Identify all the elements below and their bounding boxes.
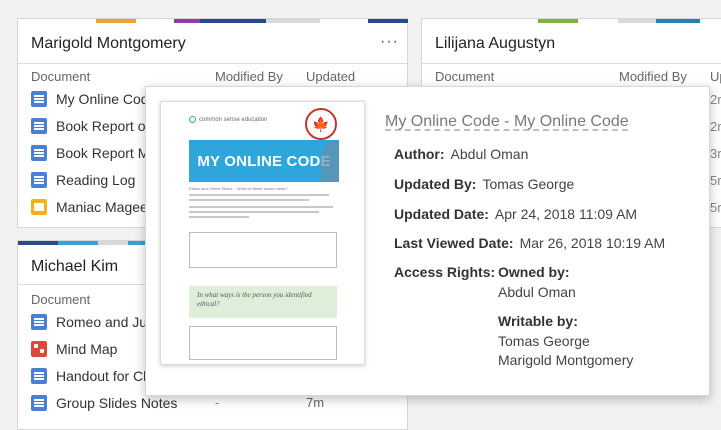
card-title: Lilijana Augustyn [435,35,556,52]
author-value: Abdul Oman [450,146,529,162]
text-line [189,211,319,213]
column-header-modified-by[interactable]: Modified By [215,69,283,84]
updated-cell: 7m [306,395,325,410]
list-item[interactable]: Reading Log [31,169,135,191]
mind-map-icon [31,341,47,357]
updated-cell: 2r [710,119,721,134]
thumbnail-intro: Ethics and Online Ethics... What do thes… [189,186,288,191]
google-docs-icon [31,118,47,134]
logo-text: common sense education [199,116,268,123]
column-header-document[interactable]: Document [31,292,90,307]
list-item[interactable]: Book Report Mini [31,142,163,164]
google-docs-icon [31,395,47,411]
updated-date-label: Updated Date: [394,206,489,222]
divider [422,63,721,64]
answer-box [189,232,337,268]
author-label: Author: [394,146,445,162]
access-rights-label-text: Access Rights: [394,264,496,280]
list-item[interactable]: Mind Map [31,338,117,360]
updated-cell: 5r [710,200,721,215]
google-docs-icon [31,314,47,330]
writable-by-value: Marigold Montgomery [498,352,634,368]
text-line [189,206,333,208]
column-header-modified-by[interactable]: Modified By [619,69,687,84]
document-details-popover: common sense education 🍁 MY ONLINE CODE … [145,86,710,396]
google-docs-icon [31,172,47,188]
card-title: Marigold Montgomery [31,35,186,52]
document-name: Group Slides Notes [56,395,178,411]
text-line [189,216,249,218]
document-name: My Online Code [56,91,157,107]
column-header-document[interactable]: Document [31,69,90,84]
document-title-link[interactable]: My Online Code - My Online Code [385,113,629,131]
modified-by-cell: - [215,395,220,410]
thumbnail-banner: MY ONLINE CODE [189,140,339,182]
card-color-strip [96,19,136,23]
updated-date-row: Updated Date: Apr 24, 2018 11:09 AM [394,206,637,222]
list-item[interactable]: Maniac Magee [31,196,148,218]
card-color-strip [58,241,98,245]
access-rights-label: Access Rights: [394,264,501,280]
text-line [189,194,329,196]
author-row: Author: Abdul Oman [394,146,528,162]
maple-leaf-icon: 🍁 [305,108,337,140]
updated-by-row: Updated By: Tomas George [394,176,574,192]
document-name: Mind Map [56,341,118,357]
question-prompt: In what ways is the person you identifie… [189,286,337,318]
card-color-strip [656,19,700,23]
document-thumbnail[interactable]: common sense education 🍁 MY ONLINE CODE … [160,101,365,365]
last-viewed-label: Last Viewed Date: [394,235,514,251]
updated-by-label: Updated By: [394,176,477,192]
list-item[interactable]: My Online Code [31,88,156,110]
column-header-document[interactable]: Document [435,69,494,84]
card-color-strip [174,19,200,23]
card-color-strip [98,241,128,245]
google-docs-icon [31,145,47,161]
last-viewed-row: Last Viewed Date: Mar 26, 2018 10:19 AM [394,235,665,251]
writable-by-label: Writable by: [498,313,578,329]
google-docs-icon [31,368,47,384]
check-circle-icon [189,116,196,123]
card-color-strip [18,241,58,245]
updated-cell: 2r [710,92,721,107]
document-name: Maniac Magee [56,199,148,215]
updated-by-value: Tomas George [482,176,575,192]
card-color-strip [538,19,578,23]
updated-cell: 3r [710,146,721,161]
updated-date-value: Apr 24, 2018 11:09 AM [494,206,638,222]
text-line [189,199,309,201]
google-docs-icon [31,91,47,107]
owned-by-value: Abdul Oman [498,284,576,300]
google-slides-icon [31,199,47,215]
card-menu-button[interactable]: ··· [380,33,399,51]
updated-cell: 5r [710,173,721,188]
card-title: Michael Kim [31,258,119,275]
owned-by-label: Owned by: [498,264,570,280]
divider [18,63,407,64]
document-name: Reading Log [56,172,136,188]
card-color-strip [368,19,408,23]
column-header-updated[interactable]: Up [710,69,721,84]
answer-box [189,326,337,360]
common-sense-logo: common sense education [189,116,267,123]
last-viewed-value: Mar 26, 2018 10:19 AM [519,235,666,251]
writable-by-value: Tomas George [498,333,590,349]
column-header-updated[interactable]: Updated [306,69,355,84]
card-color-strip [266,19,320,23]
card-color-strip [200,19,266,23]
